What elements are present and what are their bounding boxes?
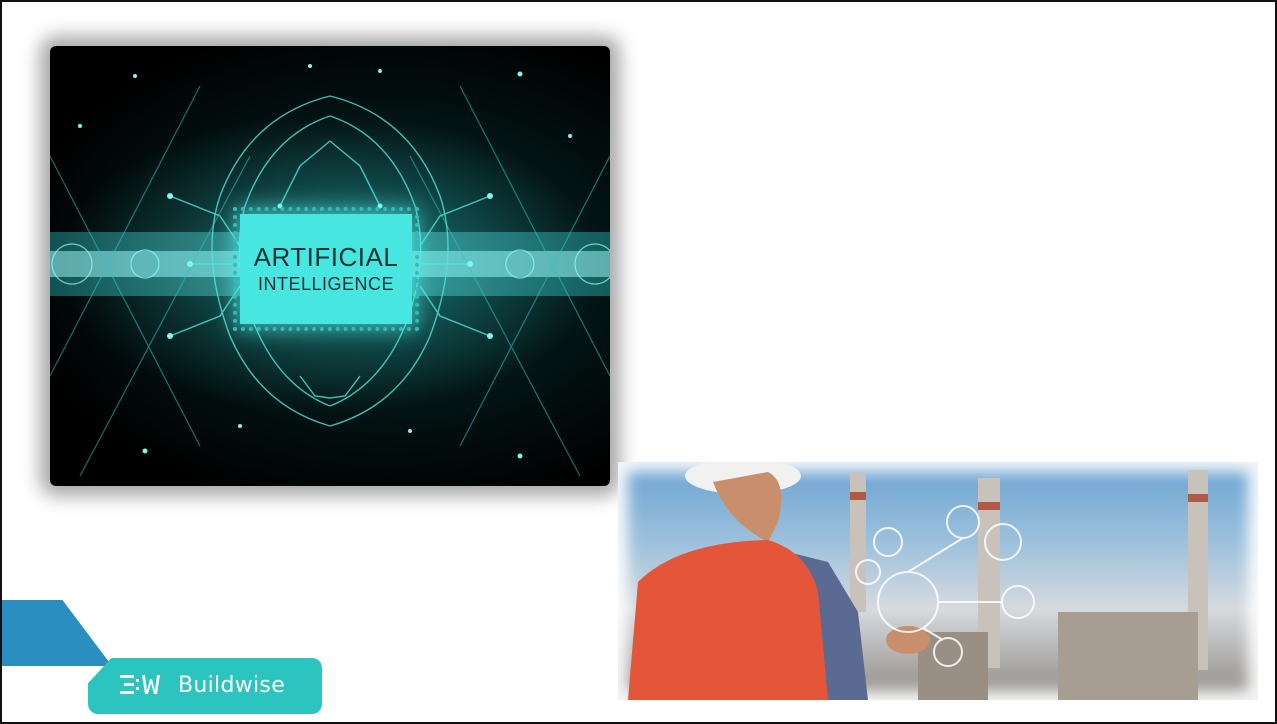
buildwise-brand-text: Buildwise — [178, 673, 286, 698]
engineer-scene-graphic — [628, 462, 1208, 700]
logo-accent-shape — [2, 600, 112, 666]
presentation-slide: ARTIFICIAL INTELLIGENCE Buildwise — [0, 0, 1277, 724]
engineer-with-tablet-image — [618, 462, 1258, 700]
buildwise-logo-mark-icon — [120, 675, 160, 694]
artificial-intelligence-image: ARTIFICIAL INTELLIGENCE — [50, 46, 610, 486]
ai-chip-line2: INTELLIGENCE — [257, 274, 395, 294]
ai-chip-label: ARTIFICIAL INTELLIGENCE — [233, 207, 419, 331]
ai-chip-line1: ARTIFICIAL — [253, 242, 399, 272]
